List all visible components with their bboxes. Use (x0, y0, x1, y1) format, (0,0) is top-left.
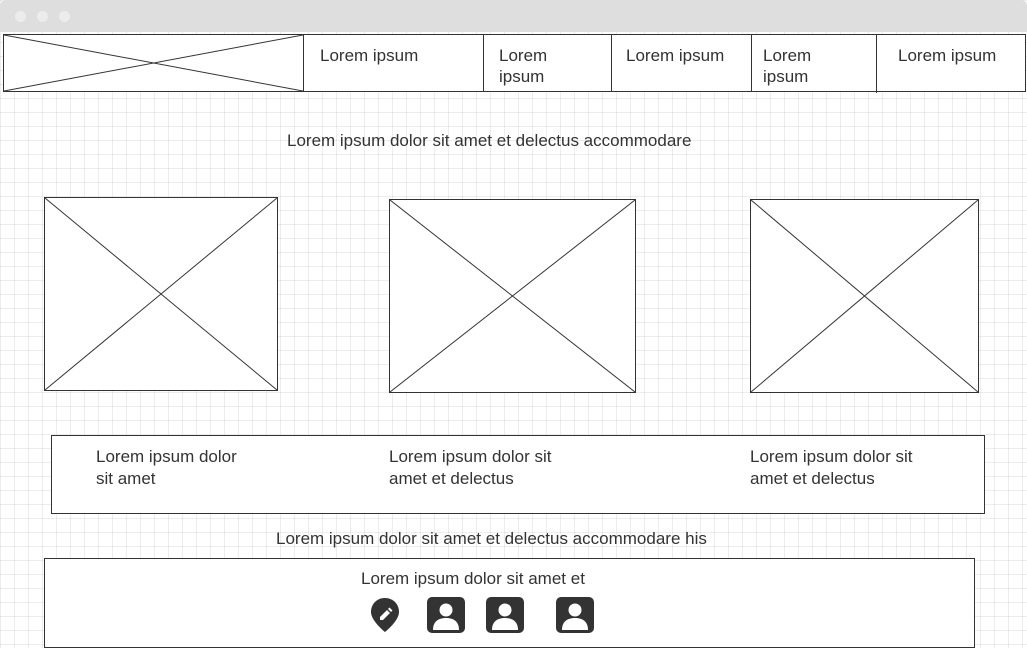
nav-bar: Lorem ipsum Lorem ipsum Lorem ipsum Lore… (3, 34, 1026, 93)
nav-item-label: Lorem ipsum (499, 46, 548, 86)
nav-item-1[interactable]: Lorem ipsum (304, 35, 483, 91)
contact-icon[interactable] (556, 597, 594, 633)
feature-image-placeholder-3 (750, 199, 979, 393)
logo-placeholder-image[interactable] (4, 35, 304, 91)
nav-item-label: Lorem ipsum (898, 46, 997, 65)
map-pin-icon[interactable] (370, 597, 400, 633)
nav-item-label: Lorem ipsum (320, 46, 419, 65)
footer-text: Lorem ipsum dolor sit amet et (361, 569, 585, 588)
feature-image-placeholder-2 (389, 199, 636, 393)
window-titlebar (0, 0, 1027, 32)
feature-caption-2: Lorem ipsum dolor sit amet et delectus (389, 447, 552, 488)
contact-icon[interactable] (486, 597, 524, 633)
nav-item-label: Lorem ipsum (763, 46, 812, 86)
section-heading: Lorem ipsum dolor sit amet et delectus a… (276, 529, 707, 548)
window-close-dot[interactable] (15, 11, 26, 22)
nav-item-label: Lorem ipsum (626, 46, 725, 65)
feature-caption-3: Lorem ipsum dolor sit amet et delectus (750, 447, 913, 488)
window-minimize-dot[interactable] (37, 11, 48, 22)
window-maximize-dot[interactable] (59, 11, 70, 22)
feature-image-placeholder-1 (44, 197, 278, 391)
feature-caption-1: Lorem ipsum dolor sit amet (96, 447, 237, 488)
nav-item-3[interactable]: Lorem ipsum (611, 35, 751, 91)
nav-item-2[interactable]: Lorem ipsum (483, 35, 611, 91)
contact-icon[interactable] (427, 597, 465, 633)
page-heading: Lorem ipsum dolor sit amet et delectus a… (287, 131, 692, 150)
nav-item-4[interactable]: Lorem ipsum (751, 35, 877, 91)
nav-item-5[interactable]: Lorem ipsum (877, 35, 1025, 91)
